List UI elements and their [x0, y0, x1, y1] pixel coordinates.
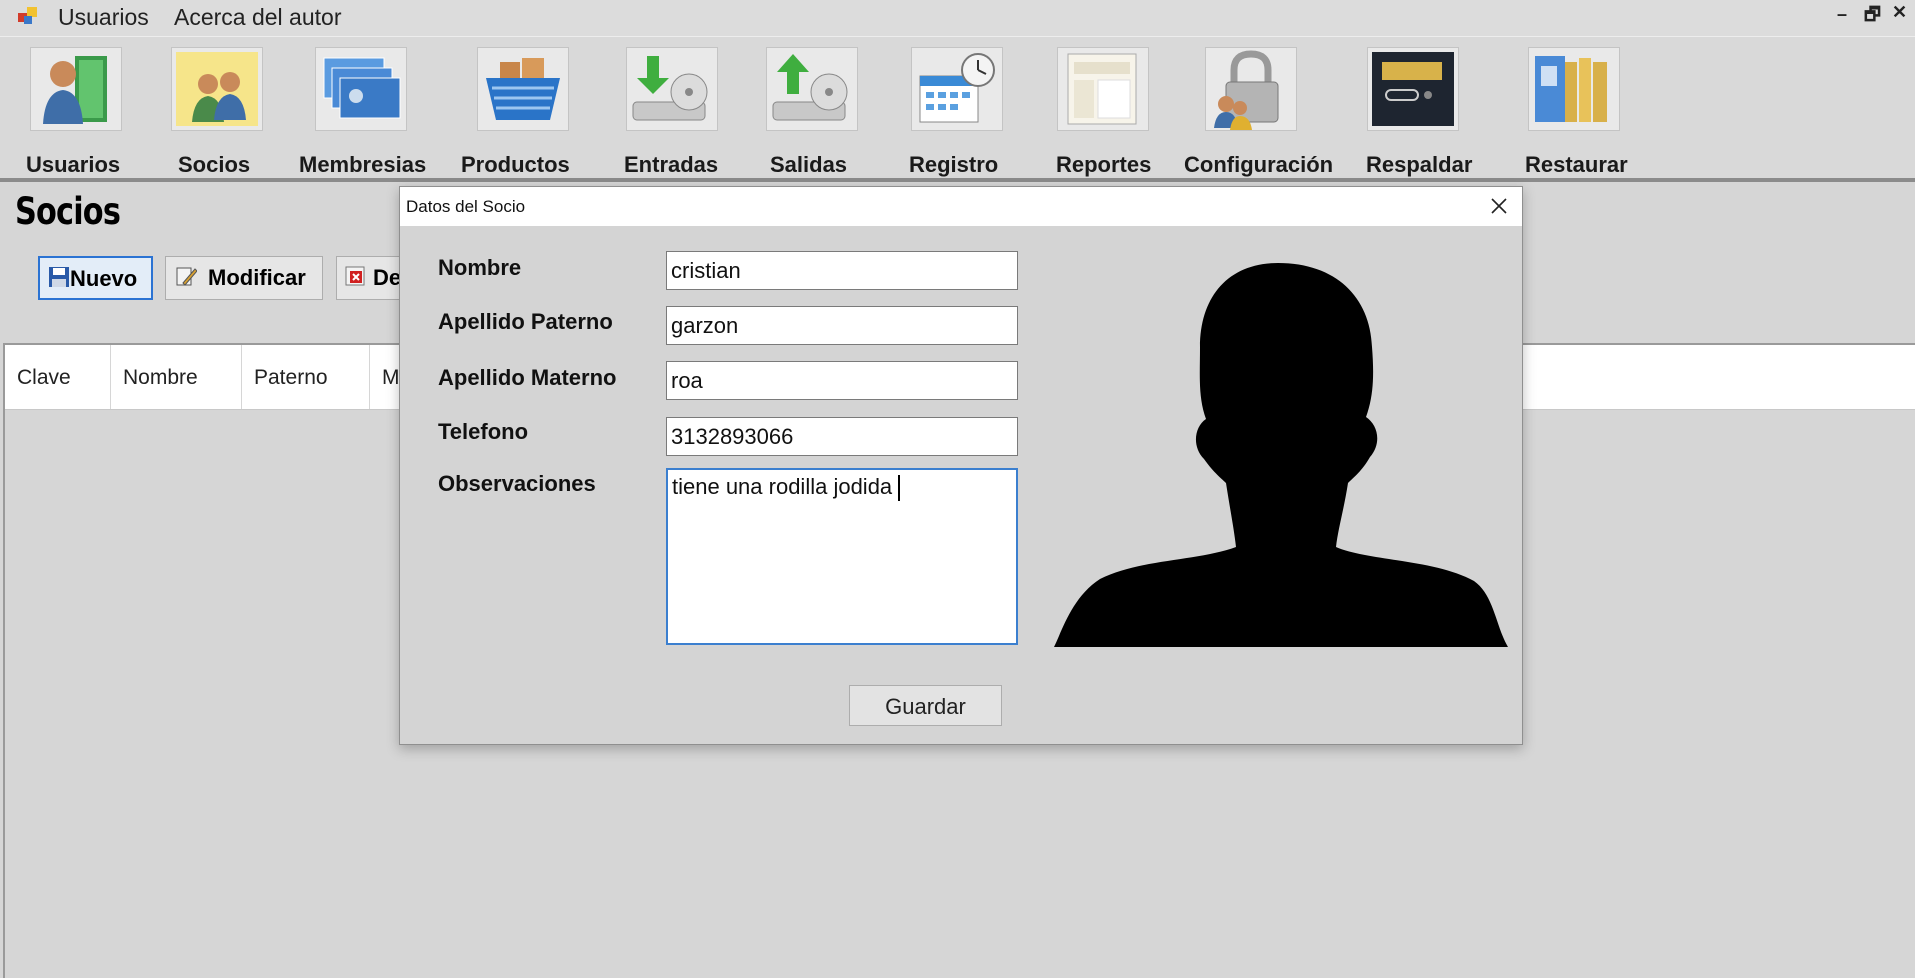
label-apellido-paterno: Apellido Paterno — [438, 309, 613, 334]
report-icon — [1057, 47, 1149, 131]
disk-in-icon — [626, 47, 718, 131]
close-app-icon[interactable]: ✕ — [1892, 2, 1907, 23]
column-header-nombre[interactable]: Nombre — [111, 345, 242, 409]
socio-dialog: Datos del Socio Nombre Apellido Paterno … — [399, 186, 1523, 745]
text-caret — [898, 475, 901, 502]
toolbar-label-registro: Registro — [909, 152, 999, 177]
telefono-field[interactable] — [666, 417, 1018, 456]
new-button-label: Nuevo — [70, 266, 138, 291]
save-button[interactable]: Guardar — [849, 685, 1002, 726]
menu-usuarios[interactable]: Usuarios — [58, 4, 149, 31]
toolbar-label-entradas: Entradas — [624, 152, 719, 177]
delete-icon — [345, 266, 365, 286]
toolbar-label-membresias: Membresias — [299, 152, 427, 177]
partner-photo-silhouette — [1054, 263, 1508, 647]
floppy-disk-icon — [49, 267, 69, 287]
apellido-paterno-field[interactable] — [666, 306, 1018, 345]
folders-icon — [1528, 47, 1620, 131]
delete-button-label: De — [373, 265, 402, 290]
partners-icon — [171, 47, 263, 131]
delete-button[interactable]: De — [336, 256, 402, 300]
column-header-clave[interactable]: Clave — [5, 345, 111, 409]
membership-cards-icon — [315, 47, 407, 131]
calendar-clock-icon — [911, 47, 1003, 131]
lock-user-icon — [1205, 47, 1297, 131]
toolbar-label-reportes: Reportes — [1056, 152, 1152, 177]
toolbar-label-usuarios: Usuarios — [26, 152, 121, 177]
dialog-titlebar: Datos del Socio — [400, 187, 1522, 226]
edit-button-label: Modificar — [208, 265, 306, 290]
main-toolbar: Usuarios Socios Membresias Productos Ent… — [0, 36, 1915, 182]
label-observaciones: Observaciones — [438, 471, 596, 496]
dialog-title: Datos del Socio — [406, 197, 526, 216]
menu-acerca-del-autor[interactable]: Acerca del autor — [174, 4, 341, 31]
toolbar-label-productos: Productos — [461, 152, 570, 177]
observaciones-field[interactable]: tiene una rodilla jodida — [666, 468, 1018, 645]
menu-bar: Usuarios Acerca del autor – 🗗 ✕ — [0, 0, 1915, 36]
nombre-field[interactable] — [666, 251, 1018, 290]
label-apellido-materno: Apellido Materno — [438, 365, 617, 390]
minimize-icon[interactable]: – — [1837, 4, 1847, 25]
users-book-icon — [30, 47, 122, 131]
restore-icon[interactable]: 🗗 — [1864, 2, 1881, 32]
new-button[interactable]: Nuevo — [38, 256, 153, 300]
memory-card-icon — [1367, 47, 1459, 131]
app-icon — [18, 7, 37, 24]
apellido-materno-field[interactable] — [666, 361, 1018, 400]
edit-button[interactable]: Modificar — [165, 256, 323, 300]
toolbar-label-configuracion: Configuración — [1184, 152, 1334, 177]
toolbar-label-restaurar: Restaurar — [1525, 152, 1628, 177]
pencil-clipboard-icon — [176, 267, 197, 286]
toolbar-label-salidas: Salidas — [770, 152, 848, 177]
close-icon[interactable] — [1486, 193, 1512, 219]
disk-out-icon — [766, 47, 858, 131]
label-nombre: Nombre — [438, 255, 522, 280]
toolbar-label-socios: Socios — [178, 152, 251, 177]
page-title: Socios — [15, 190, 121, 233]
toolbar-label-respaldar: Respaldar — [1366, 152, 1473, 177]
shopping-basket-icon — [477, 47, 569, 131]
column-header-paterno[interactable]: Paterno — [242, 345, 370, 409]
observaciones-value: tiene una rodilla jodida — [672, 474, 893, 499]
label-telefono: Telefono — [438, 419, 529, 444]
